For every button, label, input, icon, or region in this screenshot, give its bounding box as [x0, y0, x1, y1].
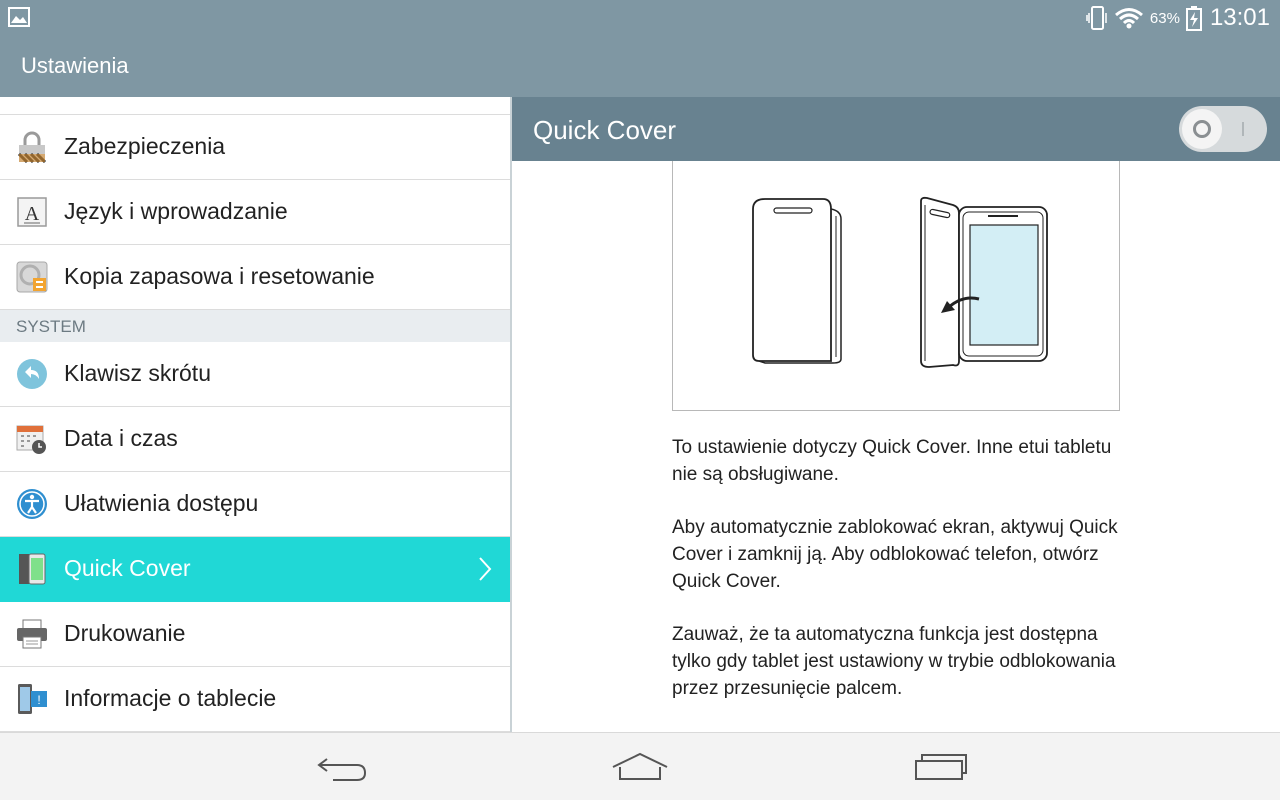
detail-title: Quick Cover — [533, 115, 677, 145]
menu-item-printing[interactable]: Drukowanie — [0, 602, 510, 667]
app-title: Ustawienia — [21, 53, 129, 78]
action-bar: Ustawienia — [0, 36, 1280, 97]
description-paragraph-1: To ustawienie dotyczy Quick Cover. Inne … — [672, 437, 1112, 485]
shortcut-key-icon — [17, 359, 47, 389]
menu-item-label: Drukowanie — [64, 620, 186, 646]
scrolled-row-edge — [0, 97, 510, 115]
backup-icon — [16, 261, 48, 293]
menu-item-label: Kopia zapasowa i resetowanie — [64, 263, 375, 289]
back-icon[interactable] — [311, 747, 371, 787]
toggle-on-mark — [1242, 122, 1244, 136]
menu-item-tablet-info[interactable]: ! Informacje o tablecie — [0, 667, 510, 732]
chevron-right-icon — [479, 557, 492, 581]
quick-cover-icon — [19, 553, 46, 585]
status-bar: 63% 13:01 — [0, 0, 1280, 36]
wifi-icon — [1114, 8, 1143, 29]
calendar-clock-icon — [16, 425, 46, 454]
closed-cover-front — [752, 198, 832, 362]
settings-list: Zabezpieczenia A Język i wprowadzanie Ko… — [0, 97, 510, 732]
svg-text:A: A — [25, 203, 40, 225]
menu-item-label: Data i czas — [64, 425, 178, 451]
home-icon[interactable] — [610, 747, 670, 787]
section-header-system: SYSTEM — [0, 310, 510, 342]
clock: 13:01 — [1209, 4, 1270, 31]
gallery-notification-icon — [8, 7, 30, 27]
description-paragraph-3: Zauważ, że ta automatyczna funkcja jest … — [672, 624, 1116, 699]
menu-item-accessibility[interactable]: Ułatwienia dostępu — [0, 472, 510, 537]
menu-item-label: Język i wprowadzanie — [64, 198, 288, 224]
vibrate-icon — [1086, 6, 1107, 30]
detail-header: Quick Cover — [512, 97, 1280, 161]
menu-item-security[interactable]: Zabezpieczenia — [0, 115, 510, 180]
description-paragraph-2: Aby automatycznie zablokować ekran, akty… — [672, 517, 1118, 592]
language-icon: A — [17, 197, 47, 227]
quick-cover-illustration — [672, 161, 1120, 411]
menu-item-shortcut-key[interactable]: Klawisz skrótu — [0, 342, 510, 407]
menu-item-backup[interactable]: Kopia zapasowa i resetowanie — [0, 245, 510, 310]
svg-text:!: ! — [37, 693, 40, 707]
menu-item-label: Ułatwienia dostępu — [64, 490, 259, 516]
quick-cover-toggle[interactable] — [1179, 106, 1267, 152]
section-header-label: SYSTEM — [16, 317, 86, 336]
battery-percent: 63% — [1149, 9, 1180, 27]
menu-item-label: Klawisz skrótu — [64, 360, 211, 386]
cover-diagram — [752, 196, 1048, 368]
menu-item-quick-cover[interactable]: Quick Cover — [0, 537, 510, 602]
open-cover-flap — [920, 196, 960, 368]
detail-pane: Quick Cover To ustawienie dotyczy Quick … — [512, 97, 1280, 732]
open-tablet-screen — [969, 224, 1039, 346]
lock-icon — [17, 131, 47, 163]
toggle-knob — [1182, 109, 1222, 149]
menu-item-language[interactable]: A Język i wprowadzanie — [0, 180, 510, 245]
printer-icon — [17, 619, 47, 649]
accessibility-icon — [17, 489, 47, 519]
menu-item-label: Zabezpieczenia — [64, 133, 226, 159]
menu-item-label: Quick Cover — [64, 555, 191, 581]
recent-apps-icon[interactable] — [910, 747, 970, 787]
navigation-bar — [0, 732, 1280, 800]
menu-item-date-time[interactable]: Data i czas — [0, 407, 510, 472]
tablet-info-icon: ! — [18, 684, 47, 714]
menu-item-label: Informacje o tablecie — [64, 685, 277, 711]
battery-charging-icon — [1185, 6, 1202, 31]
